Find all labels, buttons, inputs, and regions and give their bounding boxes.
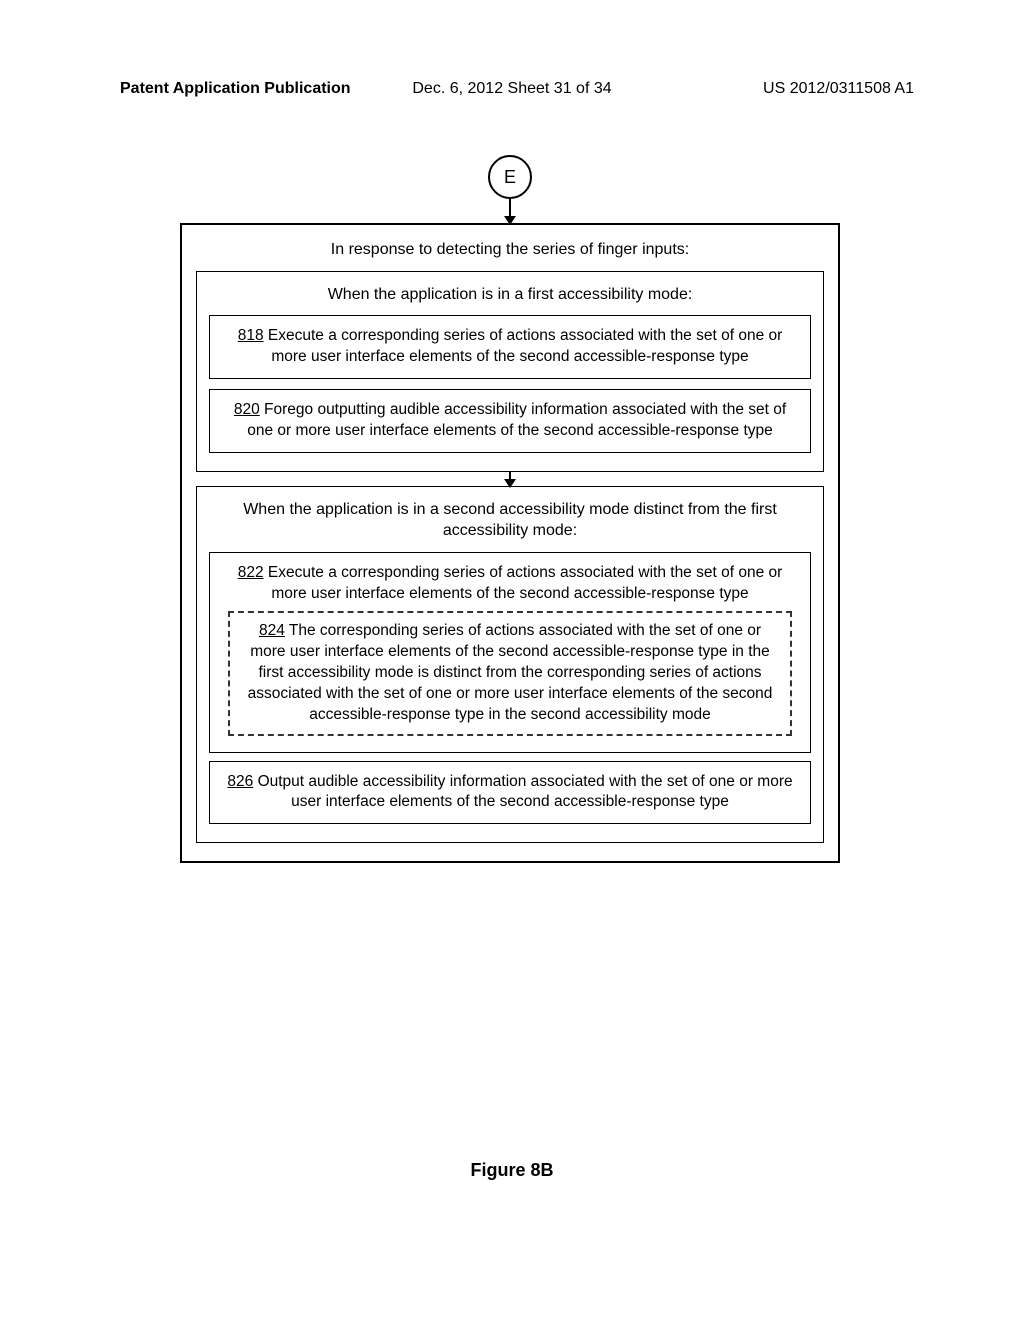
step-826-ref: 826 [227, 773, 253, 790]
step-820-ref: 820 [234, 401, 260, 418]
connector-e-label: E [504, 167, 516, 188]
header-left: Patent Application Publication [120, 80, 351, 98]
arrow-down-icon [509, 472, 511, 486]
connector-e-circle: E [488, 155, 532, 199]
outer-response-box: In response to detecting the series of f… [180, 223, 840, 863]
step-826-box: 826 Output audible accessibility informa… [209, 761, 811, 825]
flowchart-diagram: E In response to detecting the series of… [180, 155, 840, 863]
first-mode-title: When the application is in a first acces… [209, 284, 811, 306]
second-mode-box: When the application is in a second acce… [196, 486, 824, 843]
step-818-text: Execute a corresponding series of action… [264, 327, 783, 365]
step-820-text: Forego outputting audible accessibility … [247, 401, 786, 439]
header-right: US 2012/0311508 A1 [763, 80, 914, 98]
step-820-box: 820 Forego outputting audible accessibil… [209, 389, 811, 453]
arrow-down-icon [509, 199, 511, 223]
first-mode-box: When the application is in a first acces… [196, 271, 824, 472]
step-818-box: 818 Execute a corresponding series of ac… [209, 315, 811, 379]
step-824-box: 824 The corresponding series of actions … [228, 611, 792, 736]
page-header: Patent Application Publication Dec. 6, 2… [0, 0, 1024, 98]
header-center: Dec. 6, 2012 Sheet 31 of 34 [412, 80, 611, 98]
step-822-ref: 822 [238, 564, 264, 581]
step-822-box: 822 Execute a corresponding series of ac… [209, 552, 811, 752]
second-mode-title: When the application is in a second acce… [209, 499, 811, 542]
figure-caption: Figure 8B [0, 1160, 1024, 1181]
step-826-text: Output audible accessibility information… [253, 773, 792, 811]
step-824-text: The corresponding series of actions asso… [248, 622, 773, 723]
step-822-text: Execute a corresponding series of action… [264, 564, 783, 602]
step-818-ref: 818 [238, 327, 264, 344]
outer-box-title: In response to detecting the series of f… [196, 239, 824, 261]
step-824-ref: 824 [259, 622, 285, 639]
